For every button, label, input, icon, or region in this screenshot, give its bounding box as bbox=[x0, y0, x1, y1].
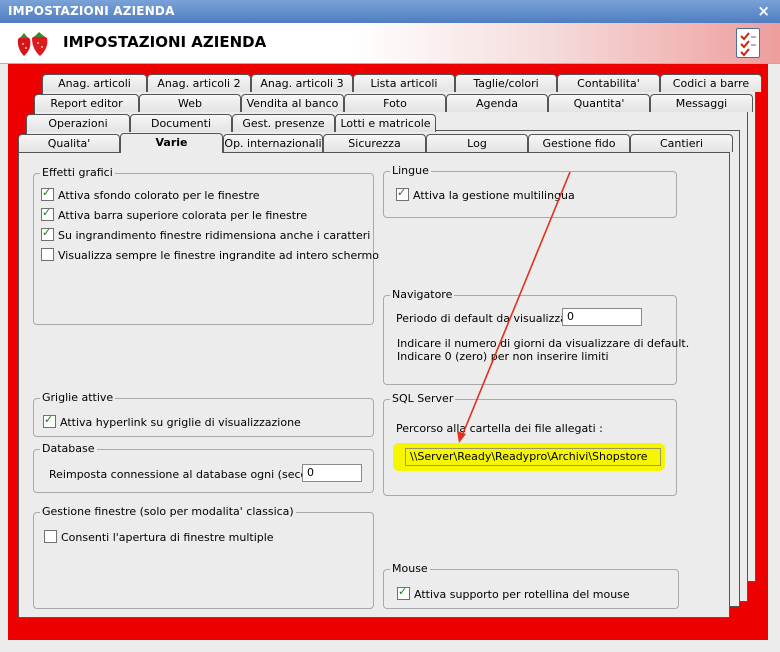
annotation-arrow-icon bbox=[457, 171, 571, 443]
